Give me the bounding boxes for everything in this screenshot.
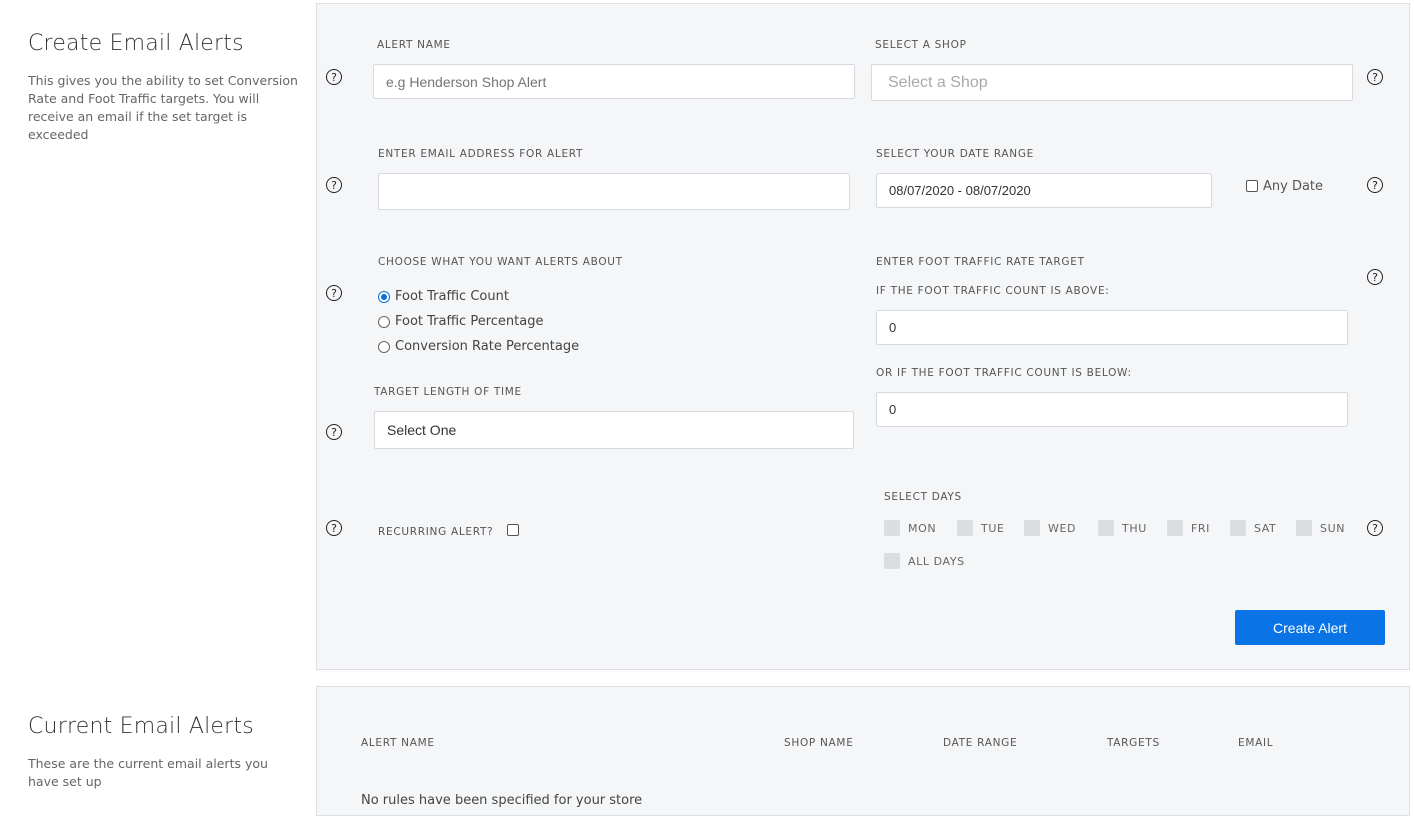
day-wed[interactable]: WED: [1024, 520, 1076, 536]
day-checkbox[interactable]: [884, 553, 900, 569]
help-icon[interactable]: ?: [1367, 269, 1383, 285]
below-label: OR IF THE FOOT TRAFFIC COUNT IS BELOW:: [876, 367, 1132, 379]
help-icon[interactable]: ?: [326, 285, 342, 301]
day-checkbox[interactable]: [1230, 520, 1246, 536]
radio-button[interactable]: [378, 315, 390, 328]
column-header-alert-name: ALERT NAME: [361, 737, 435, 749]
current-alerts-description: These are the current email alerts you h…: [28, 756, 268, 789]
above-input[interactable]: 0: [876, 310, 1348, 345]
date-range-input[interactable]: 08/07/2020 - 08/07/2020: [876, 173, 1212, 208]
day-checkbox[interactable]: [957, 520, 973, 536]
recurring-label: RECURRING ALERT?: [378, 526, 494, 538]
help-icon[interactable]: ?: [326, 520, 342, 536]
radio-button[interactable]: [378, 290, 390, 303]
day-checkbox[interactable]: [1296, 520, 1312, 536]
length-label: TARGET LENGTH OF TIME: [374, 386, 522, 398]
email-input[interactable]: [378, 173, 850, 210]
shop-select[interactable]: Select a Shop: [871, 64, 1353, 101]
column-header-date-range: DATE RANGE: [943, 737, 1018, 749]
help-icon[interactable]: ?: [1367, 177, 1383, 193]
email-label: ENTER EMAIL ADDRESS FOR ALERT: [378, 148, 584, 160]
below-input[interactable]: 0: [876, 392, 1348, 427]
create-alerts-description: This gives you the ability to set Conver…: [28, 73, 298, 142]
column-header-shop-name: SHOP NAME: [784, 737, 854, 749]
create-alerts-title: Create Email Alerts: [28, 31, 244, 56]
radio-conversion-rate-percentage[interactable]: Conversion Rate Percentage: [378, 339, 579, 354]
radio-foot-traffic-count[interactable]: Foot Traffic Count: [378, 289, 509, 304]
column-header-email: EMAIL: [1238, 737, 1274, 749]
create-alert-button[interactable]: Create Alert: [1235, 610, 1385, 645]
day-mon[interactable]: MON: [884, 520, 936, 536]
day-checkbox[interactable]: [1024, 520, 1040, 536]
alert-name-input[interactable]: [373, 64, 855, 99]
empty-table-message: No rules have been specified for your st…: [361, 793, 643, 808]
help-icon[interactable]: ?: [326, 177, 342, 193]
any-date-checkbox[interactable]: [1246, 180, 1258, 192]
recurring-checkbox[interactable]: [507, 524, 519, 536]
current-alerts-title: Current Email Alerts: [28, 714, 254, 739]
day-checkbox[interactable]: [884, 520, 900, 536]
day-sun[interactable]: SUN: [1296, 520, 1345, 536]
alert-name-label: ALERT NAME: [377, 39, 451, 51]
length-select[interactable]: Select One: [374, 411, 854, 449]
help-icon[interactable]: ?: [1367, 69, 1383, 85]
date-range-label: SELECT YOUR DATE RANGE: [876, 148, 1035, 160]
day-checkbox[interactable]: [1098, 520, 1114, 536]
day-checkbox[interactable]: [1167, 520, 1183, 536]
help-icon[interactable]: ?: [1367, 520, 1383, 536]
any-date-label: Any Date: [1263, 179, 1324, 194]
help-icon[interactable]: ?: [326, 424, 342, 440]
day-sat[interactable]: SAT: [1230, 520, 1276, 536]
days-label: SELECT DAYS: [884, 491, 962, 503]
radio-button[interactable]: [378, 340, 390, 353]
day-fri[interactable]: FRI: [1167, 520, 1210, 536]
alert-type-label: CHOOSE WHAT YOU WANT ALERTS ABOUT: [378, 256, 623, 268]
day-thu[interactable]: THU: [1098, 520, 1147, 536]
above-label: IF THE FOOT TRAFFIC COUNT IS ABOVE:: [876, 285, 1110, 297]
column-header-targets: TARGETS: [1107, 737, 1160, 749]
shop-label: SELECT A SHOP: [875, 39, 967, 51]
day-tue[interactable]: TUE: [957, 520, 1005, 536]
day-all[interactable]: ALL DAYS: [884, 553, 965, 569]
radio-foot-traffic-percentage[interactable]: Foot Traffic Percentage: [378, 314, 543, 329]
target-label: ENTER FOOT TRAFFIC RATE TARGET: [876, 256, 1085, 268]
help-icon[interactable]: ?: [326, 69, 342, 85]
